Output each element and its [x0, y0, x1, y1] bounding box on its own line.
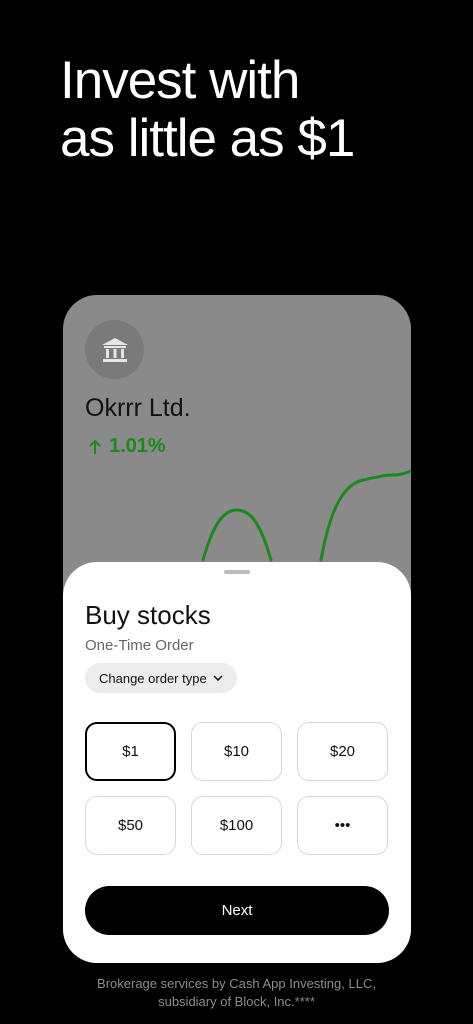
price-chart — [201, 469, 411, 562]
headline: Invest with as little as $1 — [60, 52, 440, 168]
amount-100-button[interactable]: $100 — [191, 796, 282, 855]
more-amounts-button[interactable]: ••• — [297, 796, 388, 855]
arrow-up-icon — [89, 439, 101, 454]
next-button[interactable]: Next — [85, 886, 389, 935]
amount-50-button[interactable]: $50 — [85, 796, 176, 855]
buy-sheet: Buy stocks One-Time Order Change order t… — [63, 562, 411, 963]
bank-icon — [101, 337, 128, 362]
change-order-type-button[interactable]: Change order type — [85, 663, 237, 693]
price-chart-line — [201, 469, 411, 562]
amount-grid: $1 $10 $20 $50 $100 ••• — [85, 722, 388, 855]
amount-20-button[interactable]: $20 — [297, 722, 388, 781]
headline-line-2: as little as $1 — [60, 109, 355, 168]
company-name: Okrrr Ltd. — [85, 394, 191, 422]
headline-line-1: Invest with — [60, 51, 300, 110]
price-change-value: 1.01% — [109, 435, 166, 457]
disclaimer: Brokerage services by Cash App Investing… — [40, 975, 433, 1011]
amount-1-button[interactable]: $1 — [85, 722, 176, 781]
disclaimer-line-1: Brokerage services by Cash App Investing… — [97, 976, 376, 991]
amount-10-button[interactable]: $10 — [191, 722, 282, 781]
more-icon: ••• — [334, 817, 351, 834]
price-change: 1.01% — [89, 435, 166, 458]
sheet-grabber[interactable] — [224, 570, 250, 574]
sheet-title: Buy stocks — [85, 600, 211, 630]
disclaimer-line-2: subsidiary of Block, Inc.**** — [158, 994, 315, 1009]
chevron-down-icon — [213, 675, 223, 681]
stock-logo — [85, 320, 144, 379]
sheet-subtitle: One-Time Order — [85, 637, 194, 654]
change-order-type-label: Change order type — [99, 670, 207, 686]
